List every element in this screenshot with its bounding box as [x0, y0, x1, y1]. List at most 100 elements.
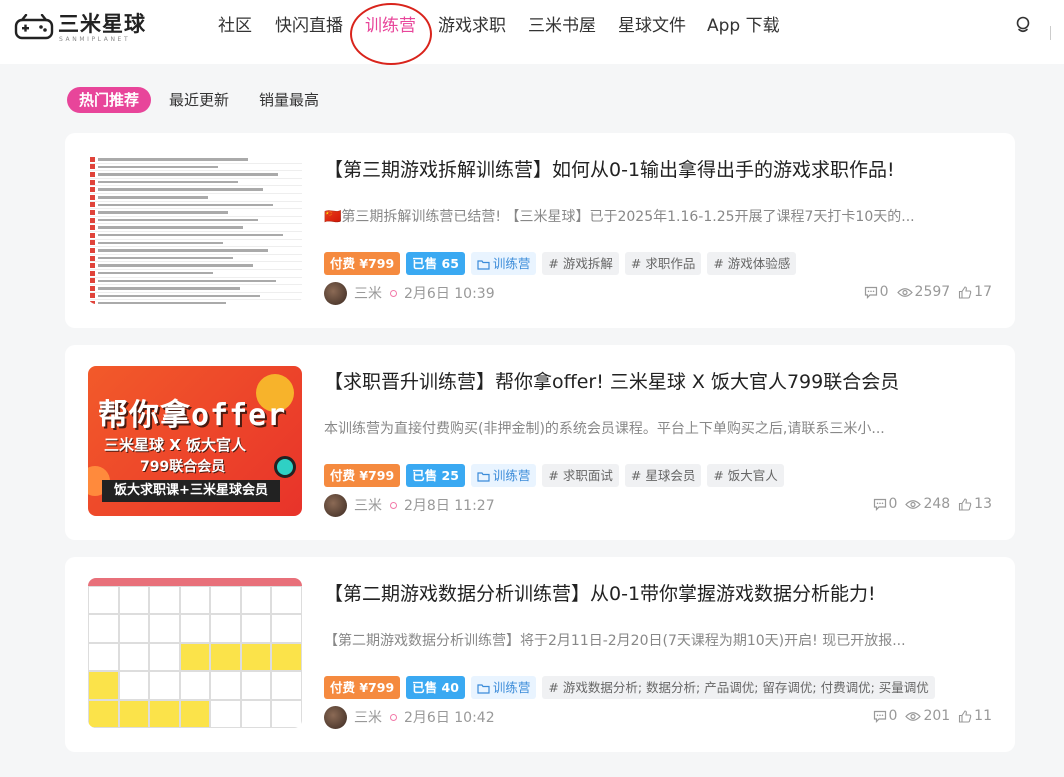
course-thumbnail[interactable] [88, 578, 302, 728]
category-tag[interactable]: 训练营 [470, 252, 537, 275]
file-line [90, 209, 302, 217]
camera-lens-icon [274, 456, 296, 478]
avatar[interactable] [324, 281, 347, 305]
pdf-icon [90, 171, 95, 177]
course-tags: 付费 ¥799 已售 40 训练营 # 游戏数据分析; 数据分析; 产品调优; … [324, 676, 935, 699]
nav-live[interactable]: 快闪直播 [275, 15, 343, 37]
thumbs-up-icon[interactable] [958, 497, 972, 511]
nav-app-download[interactable]: App 下载 [707, 15, 780, 37]
separator-dot [390, 713, 397, 721]
file-name-placeholder [98, 188, 263, 191]
file-line [90, 186, 302, 194]
calendar-cell [210, 671, 241, 700]
category-tag[interactable]: 训练营 [470, 464, 537, 487]
calendar-cell [240, 614, 272, 643]
pdf-icon [90, 263, 95, 269]
file-line [90, 224, 302, 232]
topic-tag[interactable]: # 求职作品 [624, 252, 702, 275]
category-tag[interactable]: 训练营 [470, 676, 537, 699]
author-meta: 三米 2月8日 11:27 [324, 493, 495, 517]
course-card[interactable]: 【第三期游戏拆解训练营】如何从0-1输出拿得出手的游戏求职作品! 🇨🇳第三期拆解… [65, 133, 1015, 328]
author-name[interactable]: 三米 [354, 495, 382, 515]
author-name[interactable]: 三米 [354, 707, 382, 727]
file-name-placeholder [98, 241, 223, 245]
like-count: 17 [974, 284, 992, 300]
file-name-placeholder [98, 256, 233, 260]
sold-badge: 已售 40 [406, 676, 465, 699]
banner-subline-2: 799联合会员 [140, 459, 226, 475]
pdf-icon [90, 179, 95, 185]
topic-tag[interactable]: # 游戏拆解 [542, 252, 619, 275]
banner-footer: 饭大求职课+三米星球会员 [102, 480, 280, 502]
author-meta: 三米 2月6日 10:42 [324, 705, 495, 729]
file-name-placeholder [98, 271, 213, 275]
course-title[interactable]: 【第三期游戏拆解训练营】如何从0-1输出拿得出手的游戏求职作品! [324, 157, 895, 183]
post-time: 2月6日 10:42 [404, 710, 495, 726]
calendar-cell [118, 614, 150, 643]
topic-tag[interactable]: # 星球会员 [624, 464, 702, 487]
course-card[interactable]: 【第二期游戏数据分析训练营】从0-1带你掌握游戏数据分析能力! 【第二期游戏数据… [65, 557, 1015, 752]
calendar-cell [149, 699, 180, 728]
card-stats: 0 248 13 [873, 496, 992, 512]
folder-icon [477, 472, 490, 482]
file-name-placeholder [98, 264, 253, 267]
file-line [90, 300, 302, 304]
nav-bookstore[interactable]: 三米书屋 [528, 15, 596, 37]
pdf-icon [90, 232, 95, 238]
tab-recent[interactable]: 最近更新 [169, 87, 229, 113]
calendar-cell [240, 642, 272, 672]
site-logo[interactable]: 三米星球 SANMIPLANET [14, 12, 146, 43]
author-name[interactable]: 三米 [354, 283, 382, 303]
thumbs-up-icon[interactable] [958, 285, 972, 299]
price-badge: 付费 ¥799 [324, 676, 401, 699]
tab-hot[interactable]: 热门推荐 [67, 87, 152, 113]
topic-tag[interactable]: # 饭大官人 [707, 464, 784, 487]
file-line [90, 217, 302, 225]
thumbs-up-icon[interactable] [958, 709, 972, 723]
nav-community[interactable]: 社区 [218, 15, 252, 37]
avatar[interactable] [324, 493, 347, 517]
course-card[interactable]: 帮你拿offer 三米星球 X 饭大官人 799联合会员 饭大求职课+三米星球会… [65, 345, 1015, 540]
file-name-placeholder [98, 287, 240, 290]
topic-tag[interactable]: # 求职面试 [542, 464, 619, 487]
calendar-cell [179, 642, 211, 672]
file-name-placeholder [98, 279, 276, 283]
card-stats: 0 201 11 [873, 708, 992, 724]
calendar-cell [118, 586, 150, 615]
avatar[interactable] [324, 705, 347, 729]
file-name-placeholder [98, 165, 218, 169]
comment-count: 0 [888, 708, 898, 724]
topic-tag[interactable]: # 游戏数据分析; 数据分析; 产品调优; 留存调优; 付费调优; 买量调优 [542, 676, 935, 699]
file-line [90, 255, 302, 263]
category-label: 训练营 [492, 680, 531, 695]
course-thumbnail[interactable] [88, 154, 302, 304]
category-label: 训练营 [492, 256, 531, 271]
user-icon[interactable] [1012, 14, 1034, 36]
logo-name: 三米星球 [58, 12, 146, 36]
pdf-icon [90, 285, 95, 291]
banner-subline: 三米星球 X 饭大官人 [104, 436, 247, 454]
sold-badge: 已售 25 [406, 464, 465, 487]
file-line [90, 194, 302, 202]
nav-game-jobs[interactable]: 游戏求职 [438, 15, 506, 37]
calendar-cell [118, 699, 150, 728]
calendar-cell [149, 642, 180, 672]
pdf-icon [90, 164, 95, 170]
file-line [90, 240, 302, 248]
calendar-cell [271, 614, 302, 643]
topic-tag[interactable]: # 游戏体验感 [707, 252, 797, 275]
file-name-placeholder [98, 211, 228, 214]
course-thumbnail[interactable]: 帮你拿offer 三米星球 X 饭大官人 799联合会员 饭大求职课+三米星球会… [88, 366, 302, 516]
course-title[interactable]: 【求职晋升训练营】帮你拿offer! 三米星球 X 饭大官人799联合会员 [324, 369, 899, 395]
file-line [90, 262, 302, 270]
calendar-cell [179, 699, 211, 728]
course-title[interactable]: 【第二期游戏数据分析训练营】从0-1带你掌握游戏数据分析能力! [324, 581, 876, 607]
file-name-placeholder [98, 226, 243, 229]
sold-badge: 已售 65 [406, 252, 465, 275]
like-count: 13 [974, 496, 992, 512]
tab-top-sales[interactable]: 销量最高 [259, 87, 319, 113]
nav-planet-files[interactable]: 星球文件 [618, 15, 686, 37]
comment-icon [873, 710, 886, 723]
file-line [90, 232, 302, 240]
file-line [90, 285, 302, 293]
